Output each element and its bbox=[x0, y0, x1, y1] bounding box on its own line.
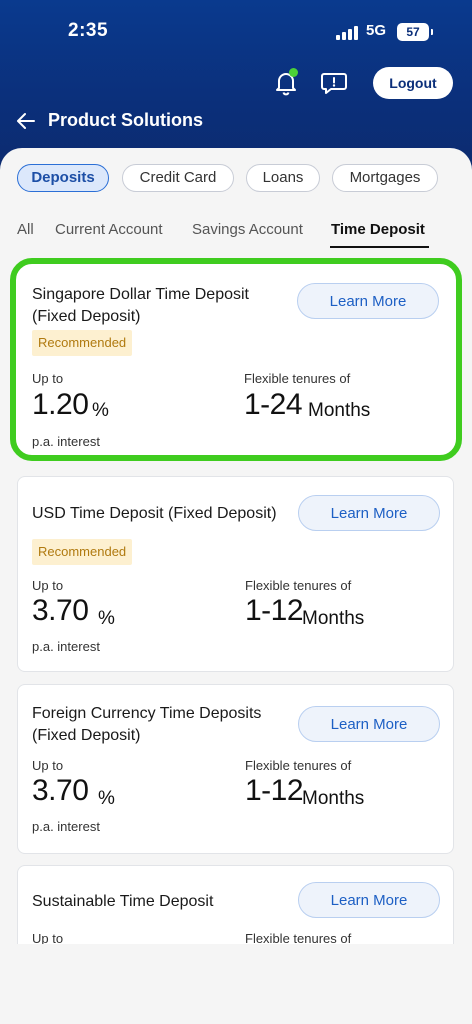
status-time: 2:35 bbox=[68, 20, 109, 41]
active-tab-indicator bbox=[330, 246, 429, 248]
battery-icon: 57 bbox=[397, 23, 433, 41]
tab-current-account[interactable]: Current Account bbox=[55, 221, 163, 238]
chip-loans[interactable]: Loans bbox=[246, 164, 320, 192]
chip-credit-card[interactable]: Credit Card bbox=[122, 164, 234, 192]
tenure-value: 1-12 bbox=[245, 774, 304, 807]
tab-all[interactable]: All bbox=[17, 221, 34, 238]
tenure-label: Flexible tenures of bbox=[245, 758, 352, 773]
product-card-foreign-currency-time-deposits[interactable]: Foreign Currency Time Deposits (Fixed De… bbox=[17, 684, 454, 854]
tenure-value: 1-12 bbox=[245, 594, 304, 627]
chip-mortgages[interactable]: Mortgages bbox=[332, 164, 438, 192]
rate-label: Up to bbox=[32, 371, 64, 386]
status-bar: 2:35 5G 57 bbox=[0, 18, 472, 50]
rate-value: 3.70 bbox=[32, 594, 89, 627]
product-card-sustainable-time-deposit[interactable]: Sustainable Time Deposit Learn More Up t… bbox=[17, 865, 454, 948]
rate-note: p.a. interest bbox=[32, 434, 100, 449]
page-title: Product Solutions bbox=[48, 110, 203, 130]
rate-label: Up to bbox=[32, 578, 64, 593]
learn-more-button[interactable]: Learn More bbox=[297, 283, 439, 319]
tenure-label: Flexible tenures of bbox=[244, 371, 351, 386]
notification-dot bbox=[289, 68, 298, 77]
chat-icon[interactable] bbox=[320, 70, 348, 96]
back-arrow-icon[interactable] bbox=[16, 111, 36, 131]
card-title-line1: Singapore Dollar Time Deposit bbox=[32, 286, 249, 303]
rate-value: 3.70 bbox=[32, 774, 89, 807]
learn-more-button[interactable]: Learn More bbox=[298, 706, 440, 742]
tenure-unit: Months bbox=[302, 608, 365, 629]
recommended-badge: Recommended bbox=[32, 539, 133, 565]
tab-savings-account[interactable]: Savings Account bbox=[192, 221, 303, 238]
rate-note: p.a. interest bbox=[32, 819, 100, 834]
tab-time-deposit[interactable]: Time Deposit bbox=[331, 221, 425, 238]
rate-value: 1.20 bbox=[32, 388, 89, 421]
deposit-tabs: All Current Account Savings Account Time… bbox=[0, 218, 472, 248]
tenure-unit: Months bbox=[302, 788, 365, 809]
card-title: Sustainable Time Deposit bbox=[32, 893, 214, 910]
rate-note: p.a. interest bbox=[32, 639, 100, 654]
learn-more-button[interactable]: Learn More bbox=[298, 495, 440, 531]
rate-label: Up to bbox=[32, 758, 64, 773]
tenure-value: 1-24 bbox=[244, 388, 303, 421]
card-title-line1: Foreign Currency Time Deposits bbox=[32, 705, 262, 722]
recommended-badge: Recommended bbox=[32, 330, 133, 356]
rate-unit: % bbox=[92, 400, 109, 421]
network-type: 5G bbox=[366, 22, 387, 39]
content-panel: Deposits Credit Card Loans Mortgages All… bbox=[0, 148, 472, 948]
card-title: USD Time Deposit (Fixed Deposit) bbox=[32, 505, 277, 522]
card-title: Foreign Currency Time Deposits (Fixed De… bbox=[32, 703, 261, 747]
product-card-usd-time-deposit[interactable]: USD Time Deposit (Fixed Deposit) Learn M… bbox=[17, 476, 454, 672]
logout-button[interactable]: Logout bbox=[373, 67, 453, 99]
rate-unit: % bbox=[98, 608, 115, 629]
card-title-line2: (Fixed Deposit) bbox=[32, 727, 141, 744]
signal-icon bbox=[336, 26, 360, 40]
card-title: Singapore Dollar Time Deposit (Fixed Dep… bbox=[32, 284, 249, 328]
tenure-unit: Months bbox=[308, 400, 371, 421]
chip-deposits[interactable]: Deposits bbox=[17, 164, 109, 192]
rate-unit: % bbox=[98, 788, 115, 809]
product-card-sgd-time-deposit[interactable]: Singapore Dollar Time Deposit (Fixed Dep… bbox=[10, 258, 462, 461]
tenure-label: Flexible tenures of bbox=[245, 578, 352, 593]
learn-more-button[interactable]: Learn More bbox=[298, 882, 440, 918]
bottom-area bbox=[0, 944, 472, 1024]
card-title-line2: (Fixed Deposit) bbox=[32, 308, 141, 325]
